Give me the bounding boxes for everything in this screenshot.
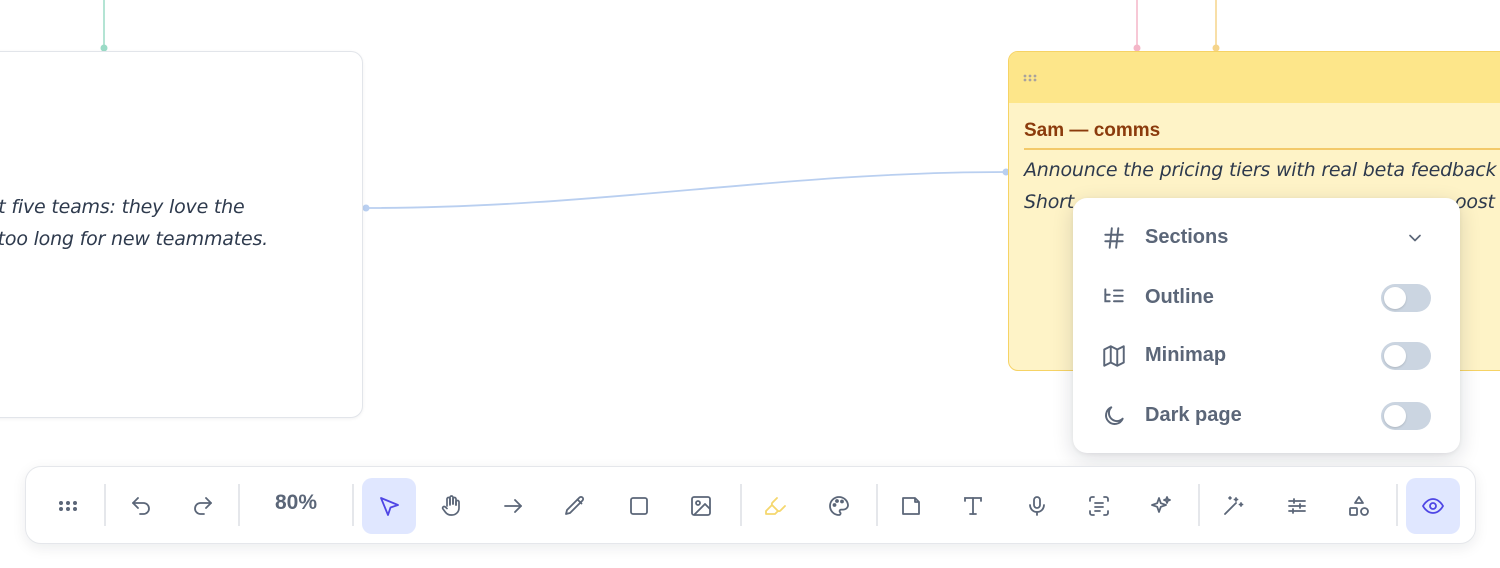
minimap-toggle[interactable] — [1381, 342, 1431, 370]
chevron-down-icon[interactable] — [1405, 228, 1425, 248]
outline-row[interactable]: Outline — [1073, 272, 1460, 322]
minimap-row[interactable]: Minimap — [1073, 330, 1460, 380]
highlighter-tool-button[interactable] — [748, 478, 802, 534]
card-text-line: oost — [1455, 191, 1495, 213]
link-anchor-left — [362, 204, 370, 212]
hand-tool-button[interactable] — [424, 478, 478, 534]
dark-page-row[interactable]: Dark page — [1073, 390, 1460, 440]
select-tool-button[interactable] — [362, 478, 416, 534]
card-title: Sam — comms — [1024, 120, 1161, 141]
palette-icon — [829, 496, 849, 516]
highlighter-icon — [765, 497, 786, 515]
view-options-popover: Sections Outline Minimap Dark page — [1073, 198, 1460, 453]
arrow-tool-button[interactable] — [486, 478, 540, 534]
adjustments-button[interactable] — [1270, 478, 1324, 534]
arrow-icon — [504, 499, 522, 513]
select-cursor-icon — [380, 497, 399, 516]
sections-row[interactable]: Sections — [1073, 212, 1460, 262]
microphone-icon — [1029, 496, 1045, 516]
minimap-label: Minimap — [1145, 344, 1227, 366]
sliders-icon — [1288, 498, 1306, 514]
image-tool-button[interactable] — [674, 478, 728, 534]
eye-icon — [1421, 498, 1445, 514]
note-text-line: rst five teams: they love the — [0, 196, 245, 218]
bottom-toolbar: 80% — [25, 466, 1476, 544]
card-text-line: Short — [1024, 191, 1074, 213]
toolbar-divider — [104, 484, 106, 526]
note-text-line: k too long for new teammates. — [0, 228, 269, 250]
outline-toggle[interactable] — [1381, 284, 1431, 312]
voice-button[interactable] — [1010, 478, 1064, 534]
sparkles-icon — [1151, 496, 1171, 513]
color-palette-button[interactable] — [812, 478, 866, 534]
undo-button[interactable] — [114, 478, 168, 534]
note-card-left[interactable]: rst five teams: they love the k too long… — [0, 51, 363, 418]
shapes-button[interactable] — [1332, 478, 1386, 534]
toggle-knob — [1384, 405, 1406, 427]
rectangle-icon — [630, 497, 648, 515]
pencil-icon — [565, 496, 584, 515]
scan-text-icon — [1089, 496, 1109, 516]
drag-handle-icon — [59, 501, 77, 511]
sections-label: Sections — [1145, 226, 1229, 248]
redo-button[interactable] — [176, 478, 230, 534]
map-icon — [1103, 345, 1125, 367]
zoom-level[interactable]: 80% — [258, 491, 334, 515]
outline-list-icon — [1104, 288, 1124, 303]
toolbar-divider — [740, 484, 742, 526]
pencil-tool-button[interactable] — [548, 478, 602, 534]
shapes-icon — [1349, 496, 1369, 516]
dark-page-toggle[interactable] — [1381, 402, 1431, 430]
card-link-connector — [365, 171, 1007, 209]
view-options-button[interactable] — [1406, 478, 1460, 534]
magic-wand-button[interactable] — [1206, 478, 1260, 534]
undo-icon — [132, 497, 150, 515]
hand-icon — [441, 495, 460, 516]
dark-page-label: Dark page — [1145, 404, 1242, 426]
redo-icon — [194, 497, 212, 515]
ai-sparkles-button[interactable] — [1134, 478, 1188, 534]
title-divider — [1024, 148, 1500, 150]
text-tool-button[interactable] — [946, 478, 1000, 534]
magic-wand-icon — [1224, 496, 1244, 515]
card-text-line: Announce the pricing tiers with real bet… — [1024, 159, 1497, 181]
sticky-note-icon — [902, 497, 920, 515]
card-header[interactable] — [1009, 52, 1500, 103]
toolbar-divider — [1396, 484, 1398, 526]
scan-text-button[interactable] — [1072, 478, 1126, 534]
toolbar-divider — [238, 484, 240, 526]
rectangle-tool-button[interactable] — [612, 478, 666, 534]
toolbar-drag-handle[interactable] — [41, 478, 95, 534]
toolbar-divider — [876, 484, 878, 526]
toolbar-divider — [352, 484, 354, 526]
moon-icon — [1105, 406, 1124, 425]
image-icon — [691, 496, 711, 516]
drag-handle-icon[interactable] — [1023, 74, 1039, 82]
toggle-knob — [1384, 345, 1406, 367]
outline-label: Outline — [1145, 286, 1214, 308]
text-icon — [964, 497, 982, 515]
toolbar-divider — [1198, 484, 1200, 526]
toggle-knob — [1384, 287, 1406, 309]
hash-icon — [1104, 227, 1124, 249]
sticky-note-button[interactable] — [884, 478, 938, 534]
